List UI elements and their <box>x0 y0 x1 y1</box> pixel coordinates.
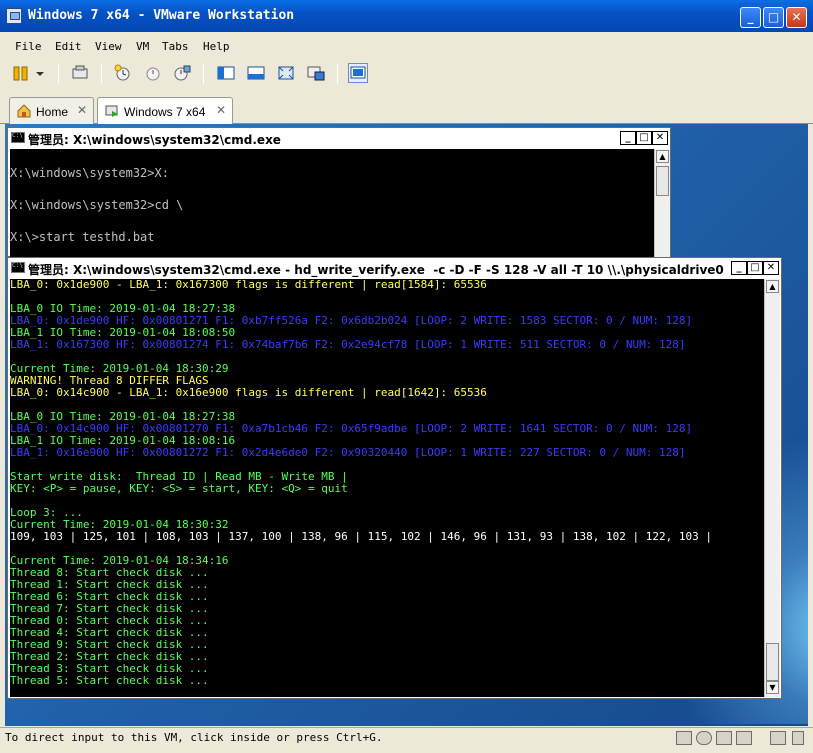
tab-windows7[interactable]: Windows 7 x64 ✕ <box>97 97 233 124</box>
title-bar[interactable]: Windows 7 x64 - VMware Workstation _ □ ✕ <box>0 0 813 32</box>
full-screen-icon[interactable] <box>276 63 296 83</box>
vm-running-icon <box>105 105 118 117</box>
vm-desktop[interactable]: 管理员: X:\windows\system32\cmd.exe _ □ ✕ X… <box>5 124 808 726</box>
menu-view[interactable]: View <box>95 40 122 53</box>
cmd1-scrollbar[interactable]: ▲ <box>654 149 670 257</box>
cmd1-minimize-button[interactable]: _ <box>620 131 636 145</box>
cmd2-console[interactable]: LBA_0: 0x1de900 - LBA_1: 0x167300 flags … <box>10 279 764 697</box>
cmd2-title-bar[interactable]: 管理员: X:\windows\system32\cmd.exe - hd_wr… <box>8 258 781 278</box>
window-title: Windows 7 x64 - VMware Workstation <box>28 8 295 23</box>
status-text: To direct input to this VM, click inside… <box>5 731 383 744</box>
usb-icon[interactable] <box>736 731 752 745</box>
close-button[interactable]: ✕ <box>786 7 807 28</box>
send-ctrl-alt-del-icon[interactable] <box>70 63 90 83</box>
snapshot-manager-icon[interactable] <box>172 63 192 83</box>
console-line: Thread 5: Start check disk ... <box>10 674 209 687</box>
tab-strip: Home ✕ Windows 7 x64 ✕ <box>0 94 813 124</box>
cmd1-scroll-thumb[interactable] <box>656 166 669 196</box>
minimize-button[interactable]: _ <box>740 7 761 28</box>
network-adapter-icon[interactable] <box>716 731 732 745</box>
show-library-icon[interactable] <box>216 63 236 83</box>
pause-icon[interactable] <box>12 63 32 83</box>
cd-dvd-icon[interactable] <box>696 731 712 745</box>
tab-home[interactable]: Home ✕ <box>9 97 94 124</box>
menu-tabs[interactable]: Tabs <box>162 40 189 53</box>
menu-file[interactable]: File <box>15 40 42 53</box>
cmd2-minimize-button[interactable]: _ <box>731 261 747 275</box>
console-line: LBA_1: 0x16e900 HF: 0x00801272 F1: 0x2d4… <box>10 446 686 459</box>
cmd1-console[interactable]: X:\windows\system32>X: X:\windows\system… <box>10 149 654 257</box>
hard-disk-icon[interactable] <box>676 731 692 745</box>
console-line: _ <box>10 686 17 698</box>
tab-home-label: Home <box>36 105 69 119</box>
tab-windows7-label: Windows 7 x64 <box>124 105 206 119</box>
vmware-app-icon <box>6 8 22 24</box>
snapshot-icon[interactable] <box>113 63 133 83</box>
console-line: X:\>start testhd.bat <box>10 230 155 244</box>
status-bar: To direct input to this VM, click inside… <box>0 727 813 753</box>
console-line: LBA_1: 0x167300 HF: 0x00801274 F1: 0x74b… <box>10 338 686 351</box>
console-line: 109, 103 | 125, 101 | 108, 103 | 137, 10… <box>10 530 712 543</box>
home-icon <box>17 104 31 118</box>
cmd2-scroll-thumb[interactable] <box>766 643 779 681</box>
cmd1-close-button[interactable]: ✕ <box>652 131 668 145</box>
chevron-down-icon[interactable] <box>34 63 46 83</box>
revert-snapshot-icon[interactable] <box>143 63 163 83</box>
cmd1-title-bar[interactable]: 管理员: X:\windows\system32\cmd.exe _ □ ✕ <box>8 128 670 148</box>
cmd1-maximize-button[interactable]: □ <box>636 131 652 145</box>
console-line: LBA_0: 0x14c900 - LBA_1: 0x16e900 flags … <box>10 386 487 399</box>
cmd2-maximize-button[interactable]: □ <box>747 261 763 275</box>
close-tab-icon[interactable]: ✕ <box>77 103 87 117</box>
cmd2-title: 管理员: X:\windows\system32\cmd.exe - hd_wr… <box>28 263 724 277</box>
menu-edit[interactable]: Edit <box>55 40 82 53</box>
message-log-icon[interactable] <box>770 731 786 745</box>
console-view-icon[interactable] <box>348 63 368 83</box>
console-line: KEY: <P> = pause, KEY: <S> = start, KEY:… <box>10 482 348 495</box>
toolbar <box>0 60 813 88</box>
cmd-window-1[interactable]: 管理员: X:\windows\system32\cmd.exe _ □ ✕ X… <box>7 127 671 257</box>
cmd-window-2[interactable]: 管理员: X:\windows\system32\cmd.exe - hd_wr… <box>7 257 782 699</box>
vmware-window: Windows 7 x64 - VMware Workstation _ □ ✕… <box>0 0 813 753</box>
cmd2-scrollbar[interactable]: ▲ ▼ <box>764 279 780 697</box>
cmd2-close-button[interactable]: ✕ <box>763 261 779 275</box>
unity-icon[interactable] <box>306 63 326 83</box>
menu-help[interactable]: Help <box>203 40 230 53</box>
cmd-icon <box>11 132 25 143</box>
menu-bar: File Edit View VM Tabs Help <box>0 38 813 58</box>
console-line: X:\windows\system32>X: <box>10 166 169 180</box>
maximize-button[interactable]: □ <box>763 7 784 28</box>
close-tab-icon[interactable]: ✕ <box>216 103 226 117</box>
menu-vm[interactable]: VM <box>136 40 149 53</box>
console-line: LBA_0: 0x1de900 - LBA_1: 0x167300 flags … <box>10 279 487 291</box>
cmd-icon <box>11 262 25 273</box>
thumbnail-bar-icon[interactable] <box>246 63 266 83</box>
window-resize-icon[interactable] <box>792 731 804 745</box>
cmd1-title: 管理员: X:\windows\system32\cmd.exe <box>28 133 281 147</box>
console-line: X:\windows\system32>cd \ <box>10 198 184 212</box>
